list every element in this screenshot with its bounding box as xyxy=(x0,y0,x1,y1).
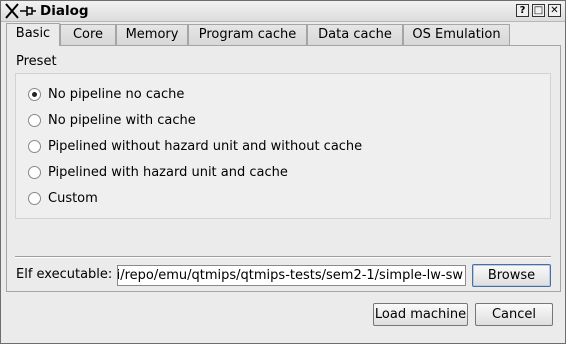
app-logo-icon xyxy=(5,3,36,19)
tab-data-cache[interactable]: Data cache xyxy=(307,24,403,45)
radio-button[interactable] xyxy=(28,114,41,127)
elf-executable-input[interactable]: /home/pi/repo/emu/qtmips/qtmips-tests/se… xyxy=(117,265,466,286)
load-machine-button[interactable]: Load machine xyxy=(373,303,468,326)
option-label: Custom xyxy=(48,191,98,206)
tab-program-cache[interactable]: Program cache xyxy=(188,24,307,45)
preset-label: Preset xyxy=(16,54,57,69)
option-label: No pipeline no cache xyxy=(48,87,185,102)
tab-basic[interactable]: Basic xyxy=(6,23,60,46)
help-button[interactable]: ? xyxy=(516,4,529,17)
radio-button[interactable] xyxy=(28,88,41,101)
dialog-window: Dialog ? □ ✕ Basic Core Memory Program c… xyxy=(0,0,566,344)
tab-os-emulation[interactable]: OS Emulation xyxy=(403,24,510,45)
cancel-button[interactable]: Cancel xyxy=(475,303,553,326)
maximize-button[interactable]: □ xyxy=(532,4,545,17)
option-label: Pipelined without hazard unit and withou… xyxy=(48,139,363,154)
radio-button[interactable] xyxy=(28,166,41,179)
elf-path-text: /home/pi/repo/emu/qtmips/qtmips-tests/se… xyxy=(117,268,463,283)
tab-core[interactable]: Core xyxy=(60,24,116,45)
window-title: Dialog xyxy=(40,3,89,19)
radio-button[interactable] xyxy=(28,192,41,205)
elf-executable-label: Elf executable: xyxy=(16,267,113,282)
option-label: Pipelined with hazard unit and cache xyxy=(48,165,288,180)
tab-memory[interactable]: Memory xyxy=(116,24,188,45)
browse-button[interactable]: Browse xyxy=(472,264,551,287)
title-bar[interactable]: Dialog ? □ ✕ xyxy=(1,1,565,22)
separator xyxy=(15,256,551,258)
option-label: No pipeline with cache xyxy=(48,113,196,128)
radio-button[interactable] xyxy=(28,140,41,153)
close-button[interactable]: ✕ xyxy=(548,4,561,17)
